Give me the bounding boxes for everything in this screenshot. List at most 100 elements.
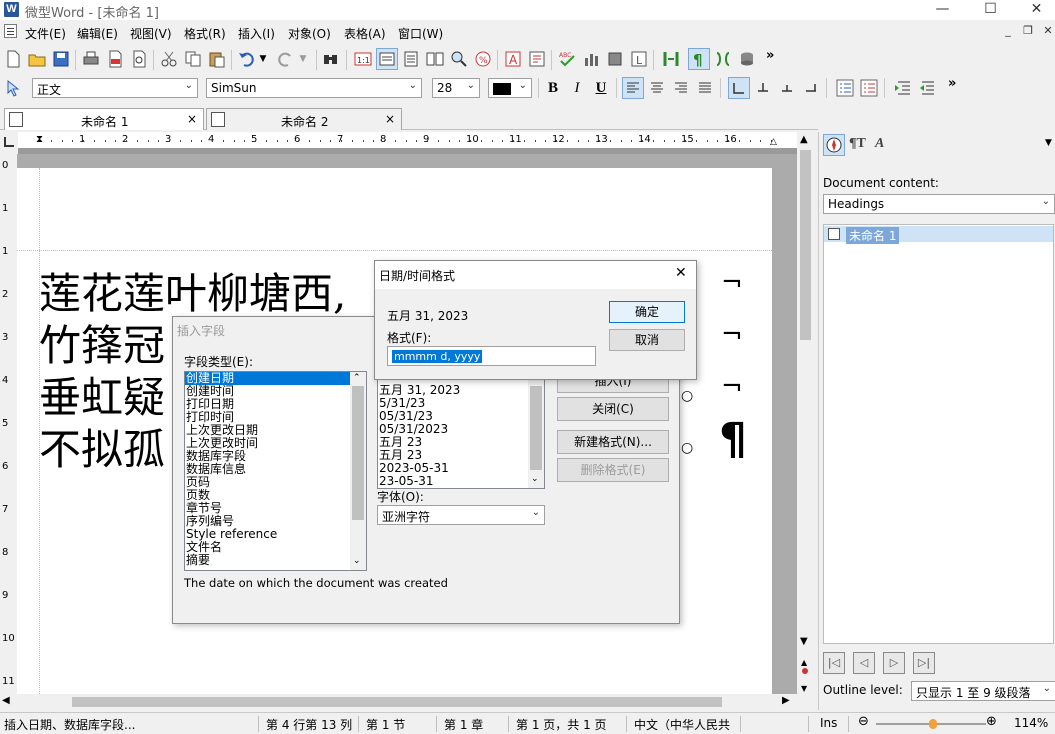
zoom-slider[interactable] <box>876 719 986 729</box>
document-line-4[interactable]: 不拟孤 <box>39 416 165 477</box>
zoom-percent-icon[interactable]: % <box>472 48 494 70</box>
align-baseline-icon[interactable] <box>800 77 822 99</box>
spellcheck-icon[interactable]: ABC <box>556 48 578 70</box>
redo-icon[interactable] <box>274 48 296 70</box>
insert-field-icon[interactable] <box>526 48 548 70</box>
chart-icon[interactable] <box>580 48 602 70</box>
align-center-icon[interactable] <box>646 77 668 99</box>
list-scrollbar[interactable]: ⌄ <box>528 374 544 488</box>
print-icon[interactable] <box>80 48 102 70</box>
undo-dropdown-icon[interactable]: ▼ <box>256 48 270 70</box>
next-page-icon[interactable]: ▼ <box>801 680 807 694</box>
decrease-indent-icon[interactable] <box>916 77 938 99</box>
paste-icon[interactable] <box>206 48 228 70</box>
new-document-icon[interactable] <box>2 48 24 70</box>
align-right-icon[interactable] <box>670 77 692 99</box>
status-zoom[interactable]: 114% <box>1014 716 1048 730</box>
scroll-left-icon[interactable]: ◀ <box>2 695 10 706</box>
align-bottom-icon[interactable] <box>776 77 798 99</box>
field-type-item[interactable]: 数据库信息 <box>185 463 366 476</box>
numbered-list-icon[interactable] <box>858 77 880 99</box>
scroll-thumb[interactable] <box>72 697 722 707</box>
whole-page-icon[interactable] <box>400 48 422 70</box>
mdi-restore-button[interactable]: ❐ <box>1020 24 1036 38</box>
document-content-combo[interactable]: Headings ⌄ <box>823 194 1055 214</box>
browse-object-icon[interactable] <box>802 668 808 674</box>
styles-icon[interactable] <box>712 48 734 70</box>
right-indent-marker[interactable]: △ <box>770 137 777 147</box>
checkbox[interactable] <box>828 228 840 240</box>
maximize-button[interactable]: ☐ <box>968 0 1013 20</box>
zoom-in-icon[interactable]: ⊕ <box>986 714 997 729</box>
pane-menu-icon[interactable]: ▼ <box>1045 138 1052 148</box>
menu-format[interactable]: 格式(R) <box>184 25 226 42</box>
scroll-thumb[interactable] <box>800 150 811 340</box>
database-icon[interactable] <box>736 48 758 70</box>
field-type-item[interactable]: 摘要 <box>185 554 366 567</box>
zoom-icon[interactable] <box>448 48 470 70</box>
horizontal-scrollbar[interactable]: ◀ ▶ <box>0 694 814 710</box>
paragraph-styles-icon[interactable]: ¶T <box>849 136 866 152</box>
mdi-minimize-button[interactable]: _ <box>1000 24 1016 38</box>
align-left-icon[interactable] <box>622 77 644 99</box>
mdi-close-button[interactable]: ✕ <box>1040 24 1055 38</box>
format-item[interactable]: 23-05-31 <box>378 475 544 488</box>
ruler-corner[interactable] <box>0 132 18 154</box>
vertical-ruler[interactable]: 0 1 1 2 3 4 5 6 7 8 9 10 11 <box>0 154 16 694</box>
scroll-up-icon[interactable]: ▲ <box>800 134 808 145</box>
scroll-thumb[interactable] <box>352 386 364 520</box>
zoom-slider-knob[interactable] <box>929 719 937 729</box>
cut-icon[interactable] <box>158 48 180 70</box>
delete-format-button[interactable]: 删除格式(E) <box>557 458 669 482</box>
previous-icon[interactable]: ◁ <box>853 652 875 674</box>
close-tab-icon[interactable]: × <box>385 112 395 126</box>
next-icon[interactable]: ▷ <box>883 652 905 674</box>
two-pages-icon[interactable] <box>424 48 446 70</box>
standard-toolbar-more-icon[interactable]: » <box>766 48 774 63</box>
font-combo[interactable]: 亚洲字符 ⌄ <box>377 505 545 525</box>
field-type-list[interactable]: 创建日期 创建时间 打印日期 打印时间 上次更改日期 上次更改时间 数据库字段 数据库信息 页码… <box>184 371 367 571</box>
font-size-combo[interactable]: 28 ⌄ <box>432 78 480 98</box>
text-frame-icon[interactable]: L <box>628 48 650 70</box>
list-scrollbar[interactable]: ⌃ ⌄ <box>350 372 366 570</box>
scroll-down-icon[interactable]: ▼ <box>800 636 808 647</box>
field-type-item[interactable]: 页码 <box>185 476 366 489</box>
menu-view[interactable]: 视图(V) <box>130 25 172 42</box>
menu-window[interactable]: 窗口(W) <box>398 25 443 42</box>
navigator-item[interactable]: 未命名 1 <box>824 226 1053 244</box>
navigator-icon[interactable] <box>660 48 682 70</box>
copy-icon[interactable] <box>182 48 204 70</box>
find-icon[interactable] <box>320 48 342 70</box>
navigator-list[interactable]: 未命名 1 <box>823 224 1054 644</box>
align-top-icon[interactable] <box>728 77 750 99</box>
status-insert-mode[interactable]: Ins <box>820 716 837 730</box>
vertical-scrollbar[interactable]: ▲ ▼ ▲ ▼ <box>797 132 814 694</box>
close-tab-icon[interactable]: × <box>187 112 197 126</box>
horizontal-ruler[interactable]: 12345678910111213141516 ⧗ △ <box>18 132 798 154</box>
cancel-button[interactable]: 取消 <box>609 329 685 351</box>
new-format-button[interactable]: 新建格式(N)... <box>557 430 669 454</box>
tab-document-1[interactable]: 未命名 1 × <box>4 108 204 130</box>
field-type-item[interactable]: 文件名 <box>185 541 366 554</box>
underline-icon[interactable]: U <box>590 77 612 99</box>
zoom-100-icon[interactable]: 1:1 <box>352 48 374 70</box>
close-button[interactable]: 关闭(C) <box>557 397 669 421</box>
close-icon[interactable]: ✕ <box>675 265 687 281</box>
export-pdf-icon[interactable] <box>104 48 126 70</box>
undo-icon[interactable] <box>236 48 258 70</box>
font-name-combo[interactable]: SimSun ⌄ <box>206 78 422 98</box>
page-width-icon[interactable] <box>376 48 398 70</box>
font-color-combo[interactable]: ⌄ <box>488 78 532 98</box>
format-list[interactable]: 五月 31, 2023 5/31/23 05/31/23 05/31/2023 五月 2… <box>377 373 545 489</box>
formatting-marks-icon[interactable]: ¶ <box>688 48 710 70</box>
prev-page-icon[interactable]: ▲ <box>801 654 809 667</box>
ok-button[interactable]: 确定 <box>609 301 685 323</box>
save-icon[interactable] <box>50 48 72 70</box>
select-cursor-icon[interactable] <box>2 77 24 99</box>
first-icon[interactable]: |◁ <box>823 652 845 674</box>
document-window-icon[interactable] <box>4 24 17 38</box>
frame-icon[interactable] <box>604 48 626 70</box>
character-styles-icon[interactable]: A <box>875 136 884 152</box>
bold-icon[interactable]: B <box>542 77 564 99</box>
status-language[interactable]: 中文（中华人民共 <box>634 716 730 733</box>
